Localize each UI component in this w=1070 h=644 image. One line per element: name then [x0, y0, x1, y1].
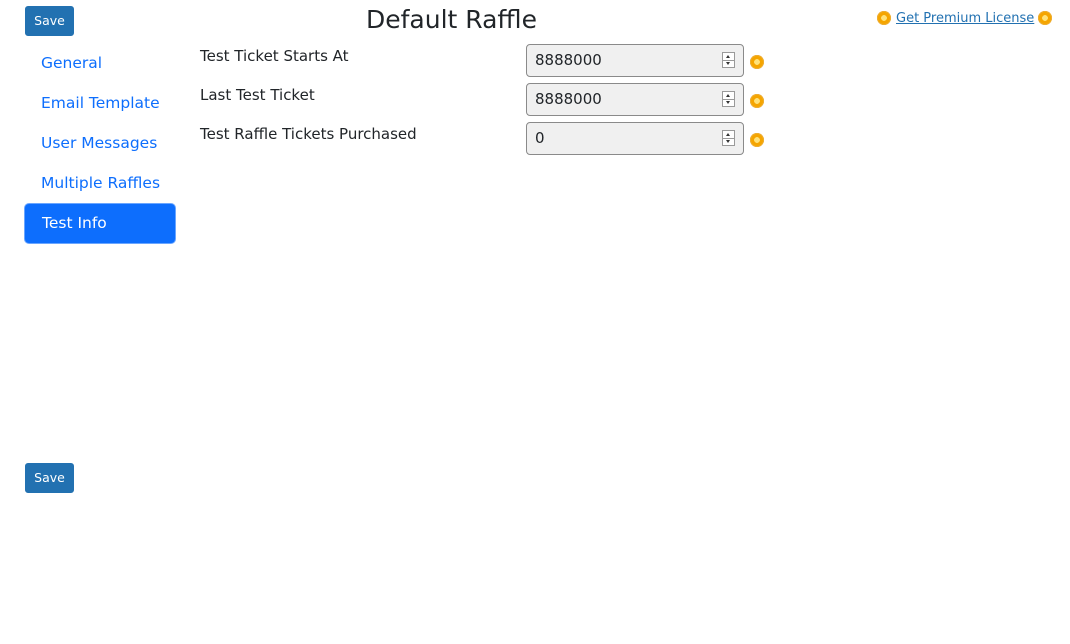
field-label: Last Test Ticket: [200, 86, 315, 104]
field-label: Test Ticket Starts At: [200, 47, 349, 65]
spinner-down-icon[interactable]: [723, 138, 734, 145]
sidebar-item-test-info[interactable]: Test Info: [24, 203, 176, 244]
premium-coin-icon: [1038, 11, 1053, 25]
sidebar-item-general[interactable]: General: [24, 43, 176, 83]
premium-coin-icon: [750, 94, 764, 108]
input-value: 8888000: [535, 90, 602, 108]
sidebar-item-multiple-raffles[interactable]: Multiple Raffles: [24, 163, 176, 203]
field-label: Test Raffle Tickets Purchased: [200, 125, 417, 143]
number-spinner[interactable]: [722, 52, 735, 68]
premium-license-link-group: Get Premium License: [877, 8, 1053, 28]
input-value: 8888000: [535, 51, 602, 69]
premium-coin-icon: [750, 133, 764, 147]
get-premium-license-link[interactable]: Get Premium License: [896, 11, 1034, 26]
save-button-bottom[interactable]: Save: [25, 463, 74, 493]
number-spinner[interactable]: [722, 130, 735, 146]
settings-page: Save Default Raffle Get Premium License …: [0, 0, 1070, 644]
field-row-test-raffle-tickets-purchased: Test Raffle Tickets Purchased 0: [200, 122, 780, 156]
premium-coin-icon: [877, 11, 891, 25]
sidebar-item-user-messages[interactable]: User Messages: [24, 123, 176, 163]
test-raffle-tickets-purchased-input[interactable]: 0: [526, 122, 744, 155]
premium-coin-icon: [750, 55, 764, 69]
field-row-test-ticket-starts-at: Test Ticket Starts At 8888000: [200, 44, 780, 78]
test-ticket-starts-at-input[interactable]: 8888000: [526, 44, 744, 77]
page-title: Default Raffle: [366, 5, 537, 34]
spinner-down-icon[interactable]: [723, 99, 734, 106]
field-row-last-test-ticket: Last Test Ticket 8888000: [200, 83, 780, 117]
sidebar-item-email-template[interactable]: Email Template: [24, 83, 176, 123]
settings-sidebar: General Email Template User Messages Mul…: [24, 43, 176, 244]
last-test-ticket-input[interactable]: 8888000: [526, 83, 744, 116]
number-spinner[interactable]: [722, 91, 735, 107]
input-value: 0: [535, 129, 545, 147]
spinner-down-icon[interactable]: [723, 60, 734, 67]
